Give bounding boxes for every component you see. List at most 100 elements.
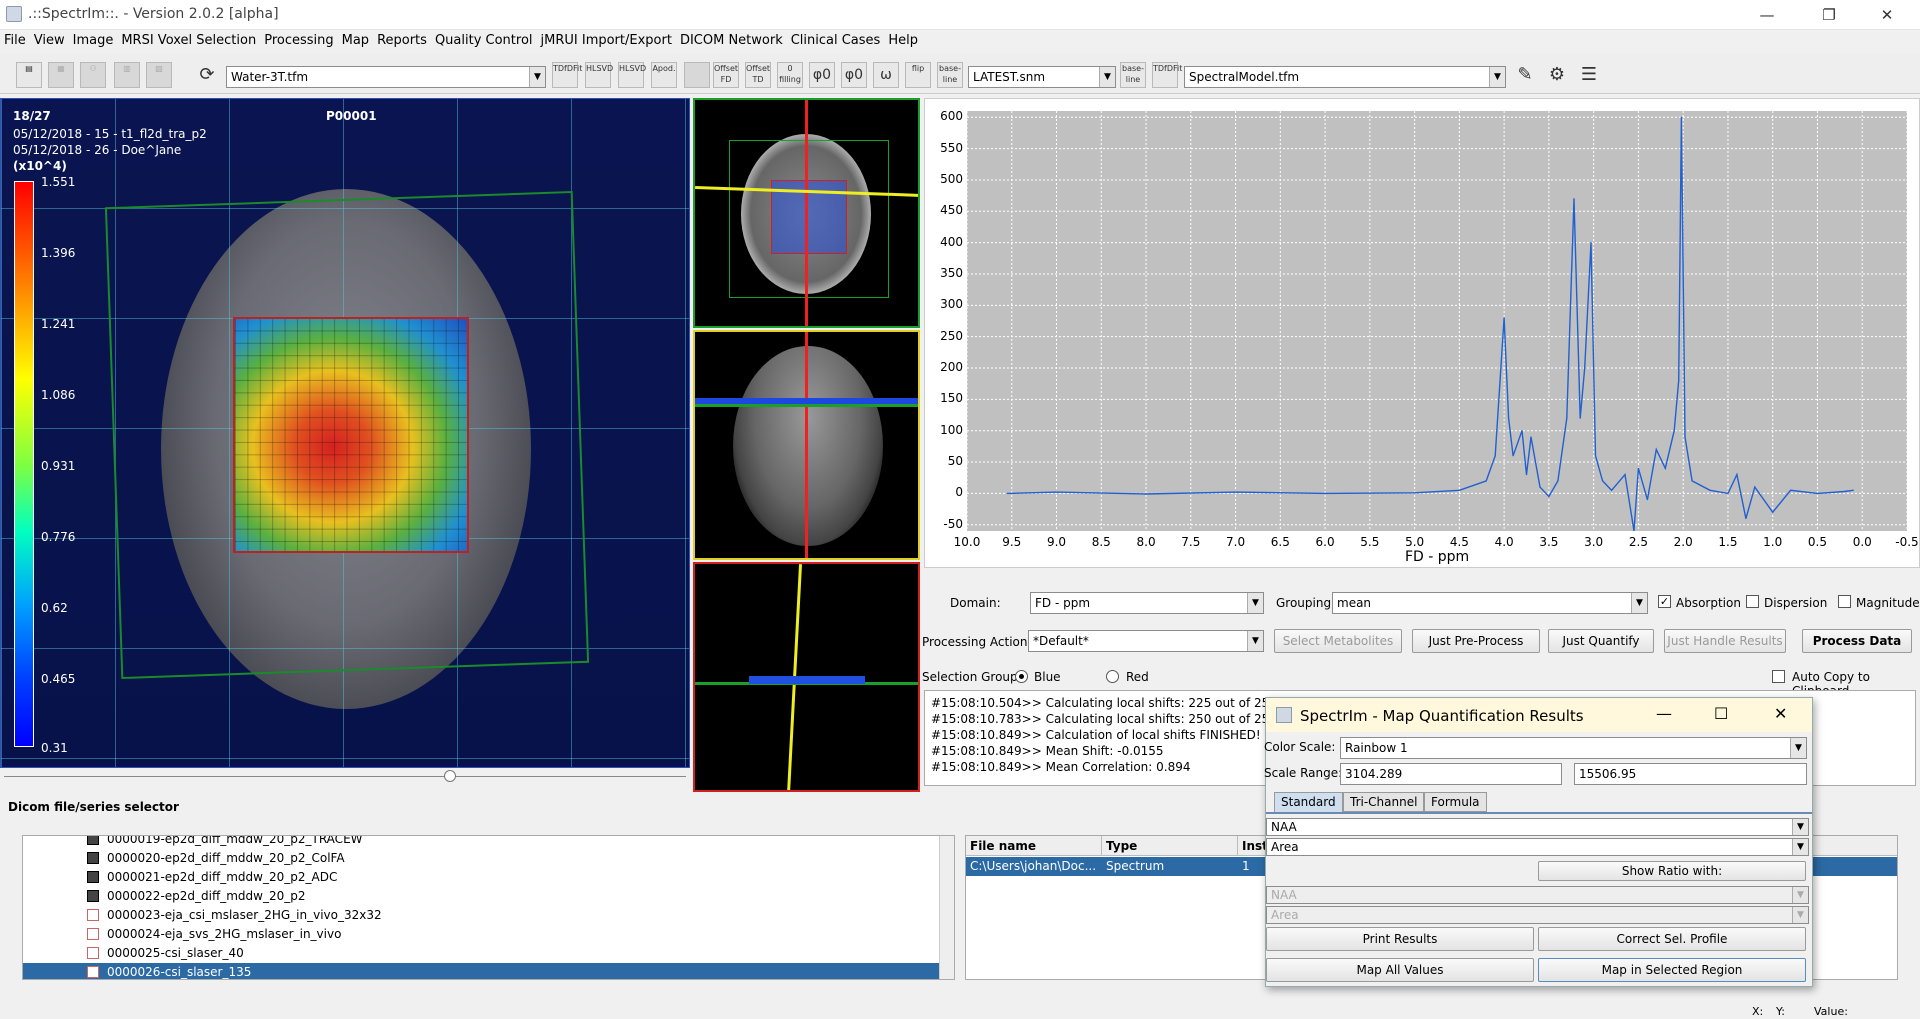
correct-profile-button[interactable]: Correct Sel. Profile [1538, 927, 1806, 951]
grouping-select[interactable]: mean ▼ [1332, 592, 1648, 614]
hlsvd-button[interactable]: HLSVD [585, 62, 613, 88]
mri-main-view[interactable]: 18/27 P00001 05/12/2018 - 15 - t1_fl2d_t… [0, 98, 690, 768]
list-item-selected[interactable]: 0000026-csi_slaser_135 [23, 963, 939, 979]
refresh-icon[interactable]: ⟳ [194, 62, 220, 88]
map-all-values-button[interactable]: Map All Values [1266, 958, 1534, 982]
layers-icon[interactable]: ▧ [146, 62, 172, 88]
flip-button[interactable]: flip [905, 62, 931, 88]
tree-scrollbar[interactable] [939, 836, 954, 979]
menu-file[interactable]: File [0, 30, 30, 48]
report-icon[interactable]: ▤ [16, 62, 42, 88]
just-preprocess-button[interactable]: Just Pre-Process [1412, 629, 1540, 653]
tab-formula[interactable]: Formula [1424, 792, 1487, 812]
auto-copy-checkbox[interactable] [1772, 670, 1785, 683]
metabolite-map[interactable] [233, 317, 469, 553]
column-header-type[interactable]: Type [1102, 836, 1238, 856]
export-icon[interactable]: ▥ [114, 62, 140, 88]
maximize-button[interactable]: ☐ [1714, 704, 1728, 723]
disabled-tool-button[interactable] [684, 62, 710, 88]
snapshot-select[interactable]: LATEST.snm ▼ [968, 66, 1116, 88]
list-item[interactable]: 0000025-csi_slaser_40 [23, 944, 939, 963]
menu-reports[interactable]: Reports [373, 30, 431, 48]
maximize-button[interactable]: ❐ [1806, 0, 1852, 30]
map-selected-region-button[interactable]: Map in Selected Region [1538, 958, 1806, 982]
processing-action-select[interactable]: *Default* ▼ [1028, 630, 1264, 652]
series-tree[interactable]: 0000019-ep2d_diff_mddw_20_p2_TRACEW 0000… [22, 835, 955, 980]
domain-select[interactable]: FD - ppm ▼ [1030, 592, 1264, 614]
ratio-measure-select[interactable]: Area ▼ [1266, 906, 1809, 924]
tab-tri-channel[interactable]: Tri-Channel [1343, 792, 1425, 812]
tab-standard[interactable]: Standard [1274, 792, 1343, 812]
select-metabolites-button[interactable]: Select Metabolites [1274, 629, 1402, 653]
range-min-input[interactable]: 3104.289 [1340, 763, 1562, 785]
minimize-button[interactable]: — [1656, 704, 1672, 723]
spectrum-chart[interactable]: 600 550 500 450 400 350 300 250 200 150 100 50 0 -50 … [924, 98, 1920, 568]
menu-image[interactable]: Image [69, 30, 118, 48]
hlsvd-button-2[interactable]: HLSVD [618, 62, 646, 88]
tdfdfit-button[interactable]: TDfDFit [552, 62, 582, 88]
close-button[interactable]: ✕ [1864, 0, 1910, 30]
ratio-metabolite-select[interactable]: NAA ▼ [1266, 886, 1809, 904]
baseline-button[interactable]: base-line [937, 62, 963, 88]
spectrum-point [1508, 417, 1510, 419]
print-results-button[interactable]: Print Results [1266, 927, 1534, 951]
offset-td-button[interactable]: Offset TD [745, 62, 771, 88]
menu-help[interactable]: Help [884, 30, 922, 48]
menu-jmrui[interactable]: jMRUI Import/Export [537, 30, 676, 48]
dispersion-checkbox[interactable] [1746, 595, 1759, 608]
baseline-button-2[interactable]: base-line [1120, 62, 1146, 88]
tdfdfit-button-2[interactable]: TDfDFit [1152, 62, 1182, 88]
list-item[interactable]: 0000022-ep2d_diff_mddw_20_p2 [23, 887, 939, 906]
checklist-icon[interactable]: ☰ [1576, 62, 1602, 88]
frequency-button[interactable]: ω [873, 62, 899, 88]
phase1-button[interactable]: φ0 [841, 62, 867, 88]
dialog-title-bar[interactable]: SpectrIm - Map Quantification Results — … [1266, 698, 1812, 732]
range-max-input[interactable]: 15506.95 [1574, 763, 1807, 785]
apodization-button[interactable]: Apod. [651, 62, 677, 88]
axial-thumbnail[interactable] [693, 98, 920, 328]
sagittal-thumbnail[interactable] [693, 562, 920, 792]
menu-mrsi-voxel-selection[interactable]: MRSI Voxel Selection [117, 30, 260, 48]
list-item[interactable]: 0000024-eja_svs_2HG_mslaser_in_vivo [23, 925, 939, 944]
measure-select[interactable]: Area ▼ [1266, 838, 1809, 856]
absorption-checkbox[interactable]: ✓ [1658, 595, 1671, 608]
map-quantification-dialog[interactable]: SpectrIm - Map Quantification Results — … [1264, 697, 1813, 987]
dialog-title: SpectrIm - Map Quantification Results [1300, 707, 1584, 725]
minimize-button[interactable]: — [1744, 0, 1790, 30]
process-data-button[interactable]: Process Data [1802, 629, 1912, 653]
blue-radio[interactable] [1015, 670, 1028, 683]
menu-processing[interactable]: Processing [260, 30, 337, 48]
coronal-thumbnail[interactable] [693, 330, 920, 560]
offset-fd-button[interactable]: Offset FD [713, 62, 739, 88]
slice-slider[interactable] [0, 770, 690, 782]
column-header-file-name[interactable]: File name [966, 836, 1102, 856]
slider-knob[interactable] [444, 770, 456, 782]
zero-filling-button[interactable]: 0 filling [777, 62, 803, 88]
list-item[interactable]: 0000020-ep2d_diff_mddw_20_p2_ColFA [23, 849, 939, 868]
just-handle-results-button[interactable]: Just Handle Results [1664, 629, 1786, 653]
link-icon[interactable]: ⚇ [80, 62, 106, 88]
color-scale-select[interactable]: Rainbow 1 ▼ [1340, 737, 1807, 759]
phase0-button[interactable]: φ0 [809, 62, 835, 88]
model-select[interactable]: SpectralModel.tfm ▼ [1184, 66, 1506, 88]
grid-icon[interactable]: ▦ [48, 62, 74, 88]
list-item[interactable]: 0000021-ep2d_diff_mddw_20_p2_ADC [23, 868, 939, 887]
menu-map[interactable]: Map [338, 30, 373, 48]
menu-dicom-network[interactable]: DICOM Network [676, 30, 787, 48]
menu-quality-control[interactable]: Quality Control [431, 30, 537, 48]
menu-clinical-cases[interactable]: Clinical Cases [787, 30, 885, 48]
spectrum-svg [966, 111, 1908, 532]
magnitude-checkbox[interactable] [1838, 595, 1851, 608]
metabolite-select[interactable]: NAA ▼ [1266, 818, 1809, 836]
edit-icon[interactable]: ✎ [1512, 62, 1538, 88]
list-item[interactable]: 0000023-eja_csi_mslaser_2HG_in_vivo_32x3… [23, 906, 939, 925]
settings-icon[interactable]: ⚙ [1544, 62, 1570, 88]
just-quantify-button[interactable]: Just Quantify [1548, 629, 1654, 653]
spectrum-point [1637, 467, 1640, 469]
list-item[interactable]: 0000019-ep2d_diff_mddw_20_p2_TRACEW [23, 836, 939, 849]
red-radio[interactable] [1106, 670, 1119, 683]
menu-view[interactable]: View [30, 30, 69, 48]
protocol-select[interactable]: Water-3T.tfm ▼ [226, 66, 546, 88]
close-button[interactable]: ✕ [1774, 704, 1787, 723]
show-ratio-button[interactable]: Show Ratio with: [1538, 861, 1806, 881]
